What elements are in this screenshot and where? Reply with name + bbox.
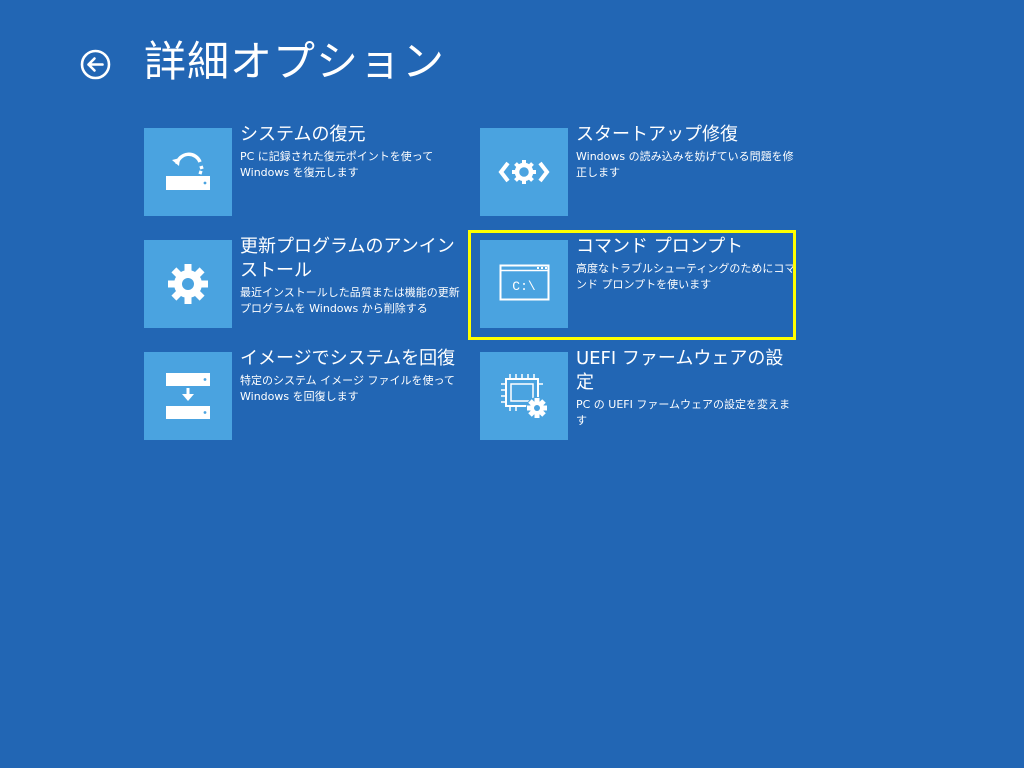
back-arrow-icon — [80, 49, 111, 80]
tile-icon-box — [480, 128, 568, 216]
system-image-recovery-icon — [166, 373, 210, 419]
tile-description: Windows の読み込みを妨げている問題を修正します — [576, 150, 794, 179]
tile-text: UEFI ファームウェアの設定 PC の UEFI ファームウェアの設定を変えま… — [576, 347, 800, 429]
tile-title: システムの復元 — [240, 124, 366, 145]
tile-text: 更新プログラムのアンインストール 最近インストールした品質または機能の更新プログ… — [240, 235, 464, 317]
tile-text: システムの復元 PC に記録された復元ポイントを使って Windows を復元し… — [240, 123, 464, 181]
tile-title: スタートアップ修復 — [576, 124, 738, 145]
tile-description: PC の UEFI ファームウェアの設定を変えます — [576, 398, 791, 427]
advanced-options-screen: 詳細オプション システムの復元 PC に記録された復元ポイントを使って Wind… — [0, 0, 1024, 768]
tile-description: PC に記録された復元ポイントを使って Windows を復元します — [240, 150, 434, 179]
uninstall-updates-tile[interactable]: 更新プログラムのアンインストール 最近インストールした品質または機能の更新プログ… — [144, 236, 464, 328]
tile-description: 最近インストールした品質または機能の更新プログラムを Windows から削除す… — [240, 286, 460, 315]
system-image-recovery-tile[interactable]: イメージでシステムを回復 特定のシステム イメージ ファイルを使って Windo… — [144, 348, 464, 440]
gear-icon — [168, 264, 208, 304]
startup-repair-tile[interactable]: スタートアップ修復 Windows の読み込みを妨げている問題を修正します — [480, 124, 800, 216]
tile-title: UEFI ファームウェアの設定 — [576, 348, 784, 393]
tile-icon-box — [144, 240, 232, 328]
tile-description: 特定のシステム イメージ ファイルを使って Windows を回復します — [240, 374, 455, 403]
tile-icon-box — [144, 128, 232, 216]
firmware-settings-icon — [501, 374, 548, 419]
back-button[interactable] — [80, 49, 111, 80]
tile-text: スタートアップ修復 Windows の読み込みを妨げている問題を修正します — [576, 123, 800, 181]
system-restore-icon — [166, 152, 210, 190]
tile-icon-box — [144, 352, 232, 440]
tile-text: イメージでシステムを回復 特定のシステム イメージ ファイルを使って Windo… — [240, 347, 464, 405]
page-title: 詳細オプション — [144, 37, 446, 86]
tile-title: イメージでシステムを回復 — [240, 348, 456, 369]
system-restore-tile[interactable]: システムの復元 PC に記録された復元ポイントを使って Windows を復元し… — [144, 124, 464, 216]
selection-highlight — [468, 230, 796, 340]
tile-title: 更新プログラムのアンインストール — [240, 236, 455, 281]
uefi-firmware-settings-tile[interactable]: UEFI ファームウェアの設定 PC の UEFI ファームウェアの設定を変えま… — [480, 348, 800, 440]
tile-icon-box — [480, 352, 568, 440]
startup-repair-icon — [498, 160, 550, 184]
